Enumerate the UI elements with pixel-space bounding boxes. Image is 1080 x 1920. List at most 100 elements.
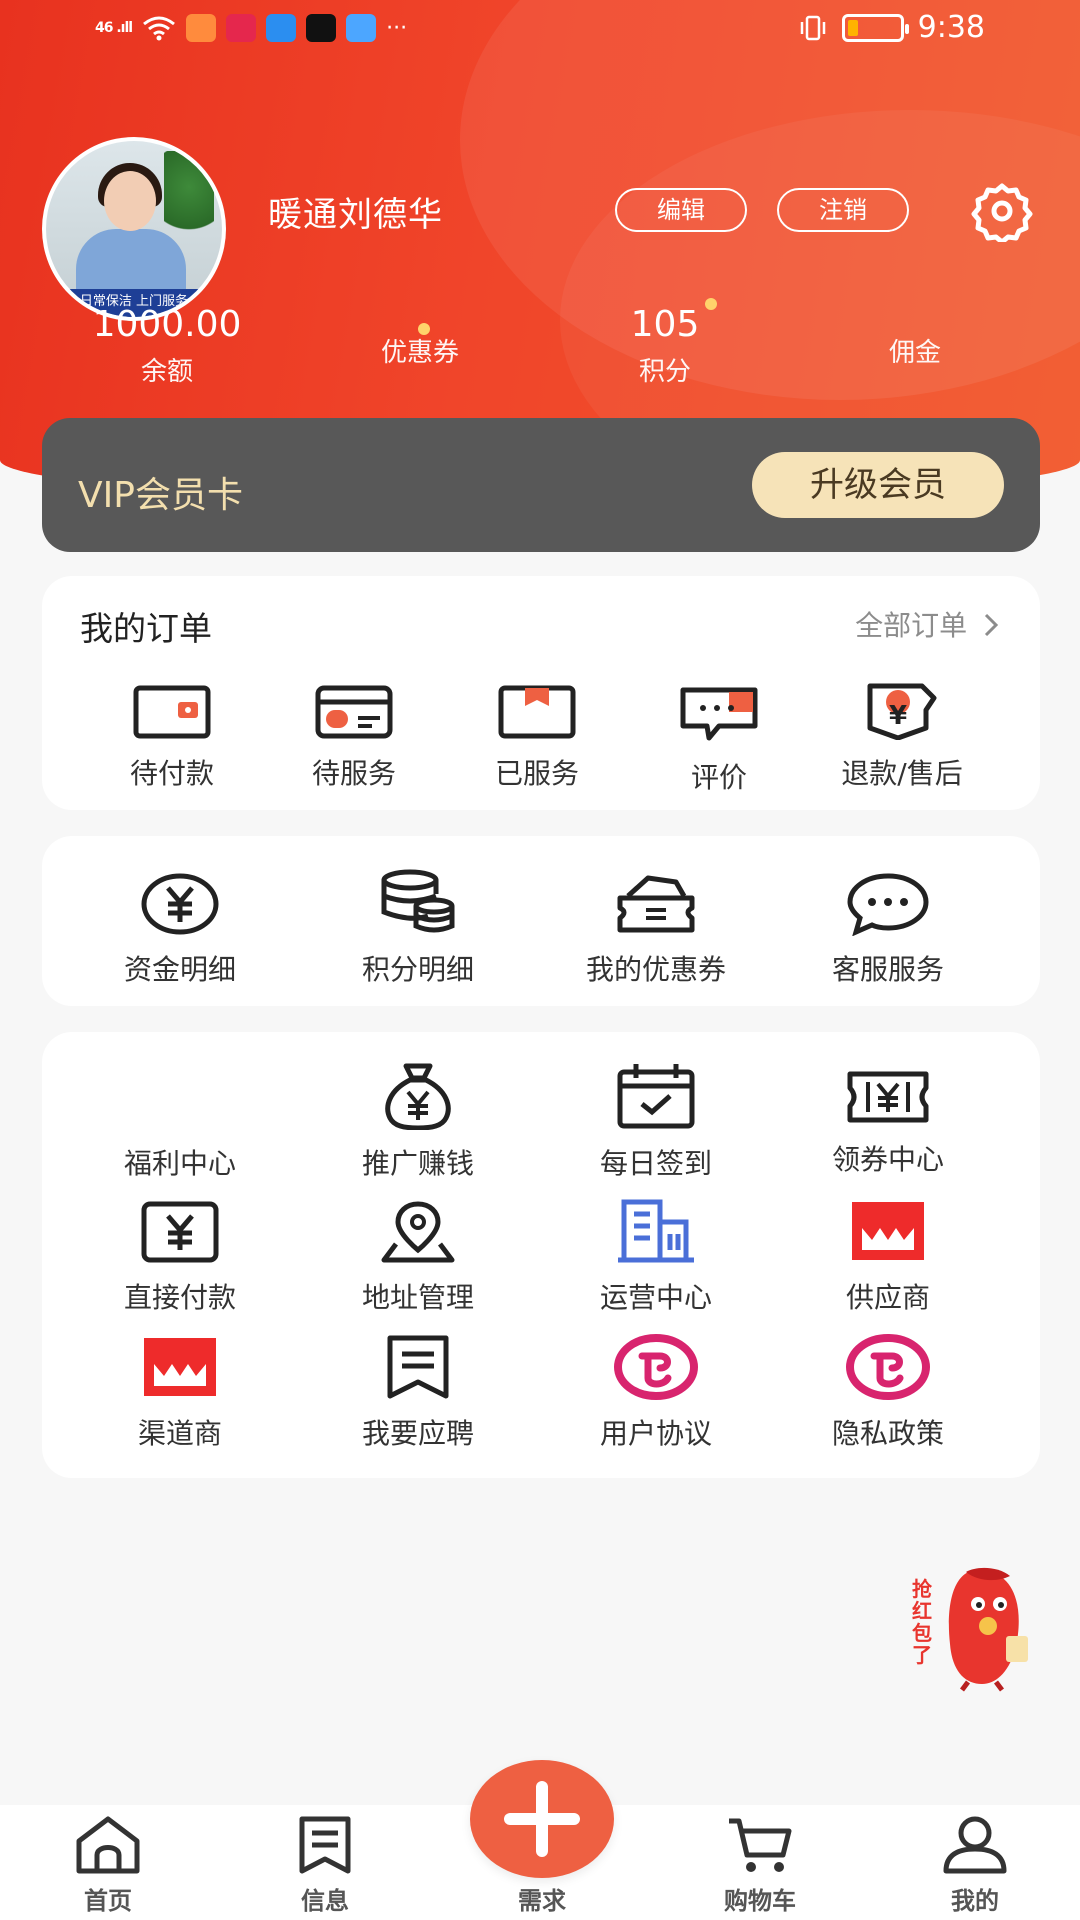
tool-label: 推广赚钱 [361, 1147, 474, 1180]
func-customer-service[interactable]: 客服服务 [798, 872, 978, 988]
app-notification-icon [226, 14, 257, 42]
box-icon [498, 685, 576, 739]
order-item-label: 待付款 [129, 757, 214, 790]
tool-privacy-policy[interactable]: 隐私政策 [798, 1334, 978, 1452]
location-pin-icon [381, 1201, 455, 1263]
clock: 9:38 [917, 10, 985, 45]
chat-bubble-icon [847, 873, 929, 936]
tab-home[interactable]: 首页 [48, 1815, 168, 1916]
function-label: 资金明细 [123, 953, 236, 986]
upgrade-vip-button[interactable]: 升级会员 [752, 452, 1004, 518]
tool-promote-earn[interactable]: 推广赚钱 [328, 1062, 508, 1182]
card-icon [315, 685, 393, 739]
points-badge-dot [705, 298, 717, 310]
tool-label: 地址管理 [361, 1281, 474, 1314]
tab-demand[interactable]: 需求 [482, 1879, 602, 1916]
tab-cart[interactable]: 购物车 [700, 1815, 820, 1916]
orders-title: 我的订单 [80, 609, 212, 648]
tool-daily-checkin[interactable]: 每日签到 [566, 1062, 746, 1182]
tool-label: 我要应聘 [361, 1417, 474, 1450]
tab-messages[interactable]: 信息 [265, 1815, 385, 1916]
vip-card[interactable]: VIP会员卡 升级会员 [42, 418, 1040, 552]
order-item-label: 已服务 [494, 757, 579, 790]
func-fund-details[interactable]: 资金明细 [90, 872, 270, 988]
tool-channel-partner[interactable]: 渠道商 [90, 1334, 270, 1452]
order-item-label: 待服务 [311, 757, 396, 790]
tool-user-agreement[interactable]: 用户协议 [566, 1334, 746, 1452]
order-pending-payment[interactable]: 待付款 [92, 684, 252, 792]
all-orders-label: 全部订单 [855, 609, 968, 642]
bookmark-doc-icon [387, 1335, 449, 1399]
svg-text:¥: ¥ [889, 701, 907, 731]
tool-supplier[interactable]: 供应商 [798, 1198, 978, 1316]
tool-direct-payment[interactable]: 直接付款 [90, 1200, 270, 1316]
tab-label: 购物车 [724, 1887, 796, 1915]
commission-stat[interactable]: 佣金 [860, 326, 970, 369]
order-pending-service[interactable]: 待服务 [274, 684, 434, 792]
refund-icon: ¥ [867, 683, 937, 740]
order-item-label: 评价 [690, 761, 747, 794]
tool-operations-center[interactable]: 运营中心 [566, 1198, 746, 1316]
agreement-icon [846, 1334, 930, 1400]
order-review[interactable]: 评价 [639, 684, 799, 796]
tool-address-management[interactable]: 地址管理 [328, 1200, 508, 1316]
coupon-wallet-icon [617, 875, 695, 933]
store-icon [144, 1338, 216, 1396]
tool-label: 运营中心 [599, 1281, 712, 1314]
vibrate-icon [800, 15, 825, 40]
function-label: 积分明细 [361, 953, 474, 986]
func-points-details[interactable]: 积分明细 [328, 868, 508, 988]
tool-label: 渠道商 [137, 1417, 222, 1450]
avatar[interactable]: 日常保洁 上门服务 [42, 137, 226, 321]
order-refund[interactable]: ¥ 退款/售后 [812, 680, 992, 792]
func-my-coupons[interactable]: 我的优惠券 [556, 872, 756, 988]
coupon-badge-dot [418, 323, 430, 335]
tool-coupon-center[interactable]: 领券中心 [798, 1068, 978, 1178]
function-label: 我的优惠券 [585, 953, 726, 986]
tab-mine[interactable]: 我的 [915, 1815, 1035, 1916]
agreement-icon [614, 1334, 698, 1400]
coupon-label: 优惠券 [380, 338, 459, 368]
tool-label: 领券中心 [831, 1143, 944, 1176]
tool-welfare-center[interactable]: 福利中心 [90, 1130, 270, 1182]
tool-label: 用户协议 [599, 1417, 712, 1450]
tab-label: 我的 [951, 1887, 999, 1915]
balance-value: 1000.00 [92, 304, 242, 345]
orders-card: 我的订单 全部订单 待付款 待服务 已服务 评价 ¥ 退款/售后 [42, 576, 1040, 810]
wallet-icon [133, 685, 211, 739]
points-stat[interactable]: 105 积分 [610, 304, 720, 388]
tiktok-icon [306, 14, 337, 42]
tool-apply-job[interactable]: 我要应聘 [328, 1334, 508, 1452]
comment-icon [680, 687, 758, 741]
tool-label: 隐私政策 [831, 1417, 944, 1450]
app-notification-icon [266, 14, 297, 42]
add-demand-button[interactable] [470, 1760, 614, 1878]
calendar-check-icon [617, 1064, 695, 1129]
red-packet-text: 抢红包了 [912, 1577, 932, 1667]
tool-label: 供应商 [845, 1281, 930, 1314]
signal-icon: 46 .ıll [95, 20, 133, 36]
username: 暖通刘德华 [268, 195, 443, 235]
points-label: 积分 [638, 357, 691, 387]
tab-label: 需求 [518, 1887, 566, 1915]
tool-label: 直接付款 [123, 1281, 236, 1314]
coins-stack-icon [381, 869, 455, 933]
user-icon [943, 1816, 1007, 1874]
all-orders-link[interactable]: 全部订单 [855, 604, 1000, 644]
more-notifications-icon: ··· [386, 15, 408, 41]
ticket-icon [847, 1071, 929, 1123]
wifi-icon [143, 16, 176, 41]
gear-icon[interactable] [971, 180, 1033, 242]
order-serviced[interactable]: 已服务 [457, 684, 617, 792]
balance-stat[interactable]: 1000.00 余额 [82, 304, 252, 388]
building-icon [618, 1199, 694, 1263]
yuan-square-icon [141, 1201, 219, 1263]
cart-icon [729, 1818, 792, 1872]
red-packet-floating-button[interactable]: 抢红包了 [912, 1564, 1034, 1692]
tool-label: 每日签到 [599, 1147, 712, 1180]
vip-title: VIP会员卡 [78, 475, 243, 516]
tab-label: 信息 [301, 1887, 349, 1915]
logout-button[interactable]: 注销 [777, 188, 909, 232]
plus-icon [536, 1781, 548, 1857]
edit-button[interactable]: 编辑 [615, 188, 747, 232]
